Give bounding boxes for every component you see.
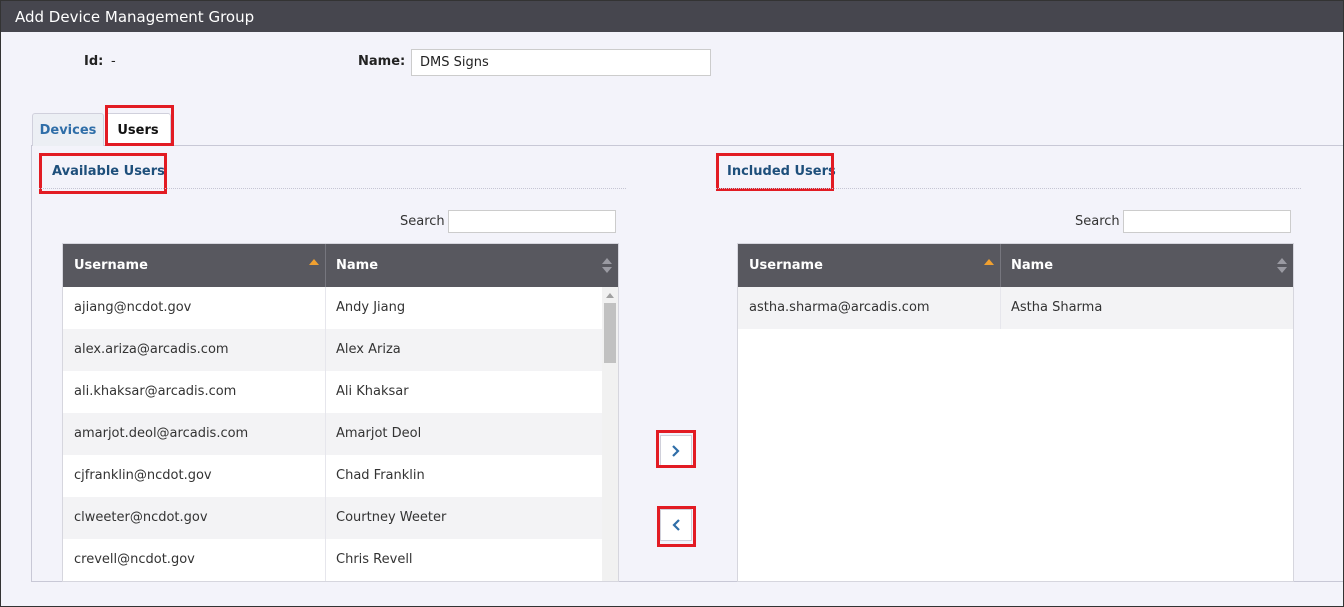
sort-ascending-icon[interactable] bbox=[309, 259, 319, 265]
scroll-up-icon[interactable] bbox=[606, 293, 614, 298]
cell-name: Courtney Weeter bbox=[336, 510, 447, 525]
cell-username: astha.sharma@arcadis.com bbox=[749, 300, 930, 315]
included-search-input[interactable] bbox=[1123, 210, 1291, 233]
highlight-add-button bbox=[656, 430, 696, 468]
sort-ascending-icon[interactable] bbox=[984, 259, 994, 265]
cell-username: crevell@ncdot.gov bbox=[74, 552, 195, 567]
available-col-name[interactable]: Name bbox=[325, 244, 618, 287]
highlight-included-users bbox=[716, 153, 834, 191]
cell-username: ajiang@ncdot.gov bbox=[74, 300, 192, 315]
table-row[interactable]: ali.khaksar@arcadis.com Ali Khaksar bbox=[63, 371, 602, 413]
cell-name: Chad Franklin bbox=[336, 468, 425, 483]
dialog-frame: Add Device Management Group Id: - Name: … bbox=[0, 0, 1344, 607]
table-row[interactable]: cjfranklin@ncdot.gov Chad Franklin bbox=[63, 455, 602, 497]
id-label: Id: bbox=[84, 54, 104, 69]
cell-name: Andy Jiang bbox=[336, 300, 406, 315]
available-grid-scrollbar[interactable] bbox=[602, 287, 618, 581]
table-row[interactable]: amarjot.deol@arcadis.com Amarjot Deol bbox=[63, 413, 602, 455]
sort-unsorted-icon[interactable] bbox=[602, 258, 612, 274]
included-col-name[interactable]: Name bbox=[1000, 244, 1293, 287]
table-row[interactable]: clweeter@ncdot.gov Courtney Weeter bbox=[63, 497, 602, 539]
available-search-input[interactable] bbox=[448, 210, 616, 233]
available-divider bbox=[39, 188, 626, 189]
cell-name: Ali Khaksar bbox=[336, 384, 409, 399]
cell-username: cjfranklin@ncdot.gov bbox=[74, 468, 212, 483]
tab-devices[interactable]: Devices bbox=[32, 113, 104, 146]
cell-username: ali.khaksar@arcadis.com bbox=[74, 384, 237, 399]
available-grid-header: Username Name bbox=[63, 244, 618, 287]
name-input[interactable] bbox=[411, 49, 711, 76]
cell-username: clweeter@ncdot.gov bbox=[74, 510, 208, 525]
available-users-grid: Username Name ajiang@ncdot.gov Andy Jian… bbox=[62, 243, 619, 582]
included-grid-header: Username Name bbox=[738, 244, 1293, 287]
cell-name: Amarjot Deol bbox=[336, 426, 422, 441]
highlight-tab-users bbox=[105, 105, 174, 146]
cell-name: Chris Revell bbox=[336, 552, 413, 567]
table-row[interactable]: crevell@ncdot.gov Chris Revell bbox=[63, 539, 602, 581]
included-divider bbox=[716, 188, 1301, 189]
included-users-grid: Username Name astha.sharma@arcadis.com A… bbox=[737, 243, 1294, 582]
cell-username: amarjot.deol@arcadis.com bbox=[74, 426, 249, 441]
cell-name: Astha Sharma bbox=[1011, 300, 1103, 315]
table-row[interactable]: ajiang@ncdot.gov Andy Jiang bbox=[63, 287, 602, 329]
name-label: Name: bbox=[358, 54, 406, 69]
available-search-label: Search bbox=[400, 214, 445, 229]
window-title: Add Device Management Group bbox=[1, 1, 1343, 32]
cell-name: Alex Ariza bbox=[336, 342, 401, 357]
included-col-username[interactable]: Username bbox=[738, 244, 1000, 287]
id-value: - bbox=[111, 54, 116, 69]
scroll-thumb[interactable] bbox=[604, 303, 616, 363]
cell-username: alex.ariza@arcadis.com bbox=[74, 342, 229, 357]
table-row[interactable]: astha.sharma@arcadis.com Astha Sharma bbox=[738, 287, 1293, 329]
highlight-remove-button bbox=[657, 506, 696, 547]
included-search-label: Search bbox=[1075, 214, 1120, 229]
table-row[interactable]: alex.ariza@arcadis.com Alex Ariza bbox=[63, 329, 602, 371]
available-col-username[interactable]: Username bbox=[63, 244, 325, 287]
sort-unsorted-icon[interactable] bbox=[1277, 258, 1287, 274]
